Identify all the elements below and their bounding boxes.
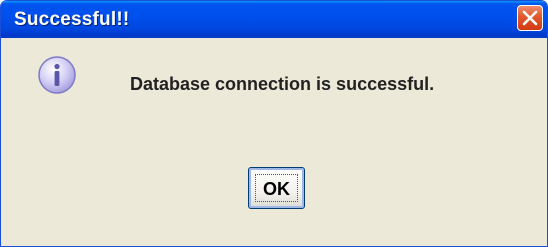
ok-button-label: OK [263, 179, 290, 199]
message-dialog: Successful!! Database connection is succ… [0, 0, 548, 247]
ok-button[interactable]: OK [248, 167, 305, 209]
info-icon [38, 56, 76, 94]
dialog-body: Database connection is successful. OK [1, 38, 547, 246]
close-button[interactable] [517, 5, 543, 31]
dialog-title: Successful!! [14, 9, 130, 30]
title-bar[interactable]: Successful!! [1, 1, 547, 38]
dialog-message: Database connection is successful. [130, 74, 435, 94]
close-icon [522, 10, 538, 26]
